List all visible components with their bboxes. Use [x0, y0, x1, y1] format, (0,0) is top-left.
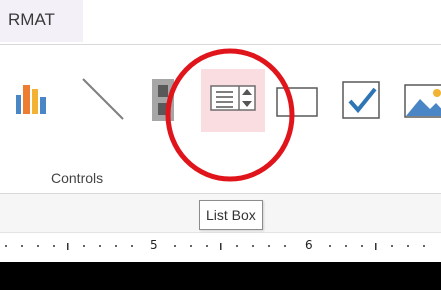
- horizontal-ruler[interactable]: 5 6: [0, 233, 441, 261]
- ribbon-controls-panel: Controls: [0, 45, 441, 194]
- chart-button[interactable]: [16, 81, 46, 115]
- tab-format[interactable]: RMAT: [0, 0, 83, 42]
- toggle-button-control[interactable]: [150, 79, 184, 121]
- tab-format-label: RMAT: [8, 10, 55, 29]
- ruler-label: 6: [305, 238, 313, 252]
- ruler-ticks: [5, 243, 425, 250]
- document-area-edge: [0, 262, 441, 290]
- rectangle-icon: [276, 87, 318, 117]
- rectangle-button[interactable]: [276, 87, 318, 117]
- line-icon: [82, 78, 124, 120]
- check-box-icon: [342, 81, 380, 119]
- check-box-button[interactable]: [341, 80, 386, 125]
- ribbon-tab-strip: RMAT: [0, 0, 441, 45]
- list-box-icon: [210, 85, 256, 111]
- ruler-label: 5: [150, 238, 158, 252]
- image-icon: [404, 84, 441, 118]
- controls-group-label: Controls: [51, 170, 104, 186]
- toggle-button-icon: [152, 79, 174, 121]
- list-box-tooltip: List Box: [199, 200, 263, 230]
- line-button[interactable]: [80, 76, 126, 122]
- image-button[interactable]: [404, 83, 441, 119]
- list-box-button[interactable]: [210, 83, 258, 115]
- bar-chart-icon: [16, 85, 46, 114]
